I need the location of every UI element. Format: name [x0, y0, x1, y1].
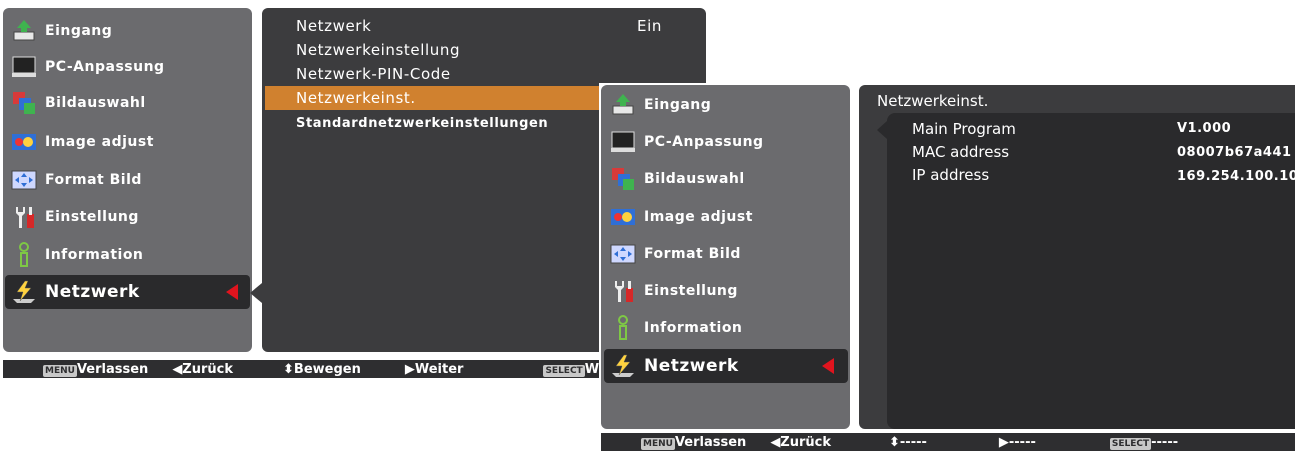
screen-format-icon	[11, 167, 37, 193]
menu-label: Image adjust	[644, 209, 753, 225]
status-bar-right: MENU Verlassen ◀Zurück ⬍----- ▶----- SEL…	[601, 433, 1295, 451]
submenu-item-netzwerkeinstellung[interactable]: Netzwerkeinstellung	[296, 41, 460, 59]
information-icon	[610, 315, 636, 341]
menu-item-netzwerk[interactable]: Netzwerk	[604, 349, 848, 383]
screen-format-icon	[610, 241, 636, 267]
image-adjust-icon	[11, 129, 37, 155]
next-hint: ▶-----	[998, 434, 1036, 450]
menu-label: Einstellung	[45, 209, 139, 225]
menu-item-format-bild[interactable]: Format Bild	[5, 163, 250, 197]
info-panel-title: Netzwerkeinst.	[877, 92, 989, 110]
network-icon	[11, 279, 37, 305]
back-hint: ◀Zurück	[770, 434, 832, 450]
menu-label: PC-Anpassung	[644, 134, 764, 150]
select-hint: -----	[1151, 434, 1179, 450]
exit-hint: Verlassen	[76, 361, 149, 377]
info-label-main-program: Main Program	[912, 120, 1016, 138]
menu-label: Format Bild	[644, 246, 741, 262]
menu-item-eingang[interactable]: Eingang	[604, 88, 848, 122]
submenu-item-standardnetzwerkeinstellungen[interactable]: Standardnetzwerkeinstellungen	[296, 116, 548, 131]
menu-item-information[interactable]: Information	[604, 311, 848, 345]
menu-label: Netzwerk	[45, 282, 140, 302]
menu-item-einstellung[interactable]: Einstellung	[5, 200, 250, 234]
info-value-mac-address: 08007b67a441	[1177, 145, 1292, 160]
menu-label: Image adjust	[45, 134, 154, 150]
submenu-item-netzwerk[interactable]: Netzwerk	[296, 17, 371, 35]
input-icon	[11, 18, 37, 44]
selection-arrow-icon	[226, 284, 238, 300]
setting-icon	[11, 204, 37, 230]
menu-label: PC-Anpassung	[45, 59, 165, 75]
information-icon	[11, 242, 37, 268]
submenu-pointer-icon	[250, 283, 262, 303]
menu-item-pc-anpassung[interactable]: PC-Anpassung	[5, 50, 250, 84]
menu-key-icon: MENU	[641, 437, 675, 450]
menu-item-netzwerk[interactable]: Netzwerk	[5, 275, 250, 309]
select-key-icon: SELECT	[543, 364, 585, 377]
menu-item-bildauswahl[interactable]: Bildauswahl	[5, 86, 250, 120]
menu-key-icon: MENU	[43, 364, 77, 377]
move-hint: ⬍Bewegen	[283, 361, 361, 377]
menu-item-einstellung[interactable]: Einstellung	[604, 274, 848, 308]
menu-label: Information	[45, 247, 144, 263]
menu-label: Eingang	[644, 97, 712, 113]
menu-item-format-bild[interactable]: Format Bild	[604, 237, 848, 271]
menu-item-image-adjust[interactable]: Image adjust	[5, 125, 250, 159]
pc-adjust-icon	[11, 54, 37, 80]
info-pointer-icon	[877, 121, 887, 139]
image-adjust-icon	[610, 204, 636, 230]
setting-icon	[610, 278, 636, 304]
submenu-item-netzwerk-value: Ein	[637, 17, 662, 35]
menu-item-eingang[interactable]: Eingang	[5, 14, 250, 48]
menu-item-pc-anpassung[interactable]: PC-Anpassung	[604, 125, 848, 159]
menu-label: Einstellung	[644, 283, 738, 299]
menu-label: Information	[644, 320, 743, 336]
back-hint: ◀Zurück	[172, 361, 234, 377]
info-value-main-program: V1.000	[1177, 121, 1232, 136]
menu-label: Bildauswahl	[644, 171, 745, 187]
next-hint: ▶Weiter	[404, 361, 464, 377]
move-hint: ⬍-----	[889, 434, 927, 450]
pc-adjust-icon	[610, 129, 636, 155]
select-key-icon: SELECT	[1109, 437, 1152, 450]
image-select-icon	[11, 90, 37, 116]
image-select-icon	[610, 166, 636, 192]
menu-label: Netzwerk	[644, 356, 739, 376]
menu-label: Format Bild	[45, 172, 142, 188]
info-label-mac-address: MAC address	[912, 143, 1010, 161]
selection-arrow-icon	[822, 358, 834, 374]
submenu-item-netzwerk-pin-code[interactable]: Netzwerk-PIN-Code	[296, 65, 451, 83]
info-label-ip-address: IP address	[912, 166, 990, 184]
menu-item-image-adjust[interactable]: Image adjust	[604, 200, 848, 234]
status-bar-left: MENU Verlassen ◀Zurück ⬍Bewegen ▶Weiter …	[3, 360, 607, 378]
input-icon	[610, 92, 636, 118]
menu-label: Bildauswahl	[45, 95, 146, 111]
exit-hint: Verlassen	[674, 434, 747, 450]
submenu-item-netzwerkeinst[interactable]: Netzwerkeinst.	[265, 86, 605, 110]
menu-label: Eingang	[45, 23, 113, 39]
menu-item-bildauswahl[interactable]: Bildauswahl	[604, 162, 848, 196]
network-icon	[610, 353, 636, 379]
menu-item-information[interactable]: Information	[5, 238, 250, 272]
info-value-ip-address: 169.254.100.100	[1177, 169, 1295, 184]
